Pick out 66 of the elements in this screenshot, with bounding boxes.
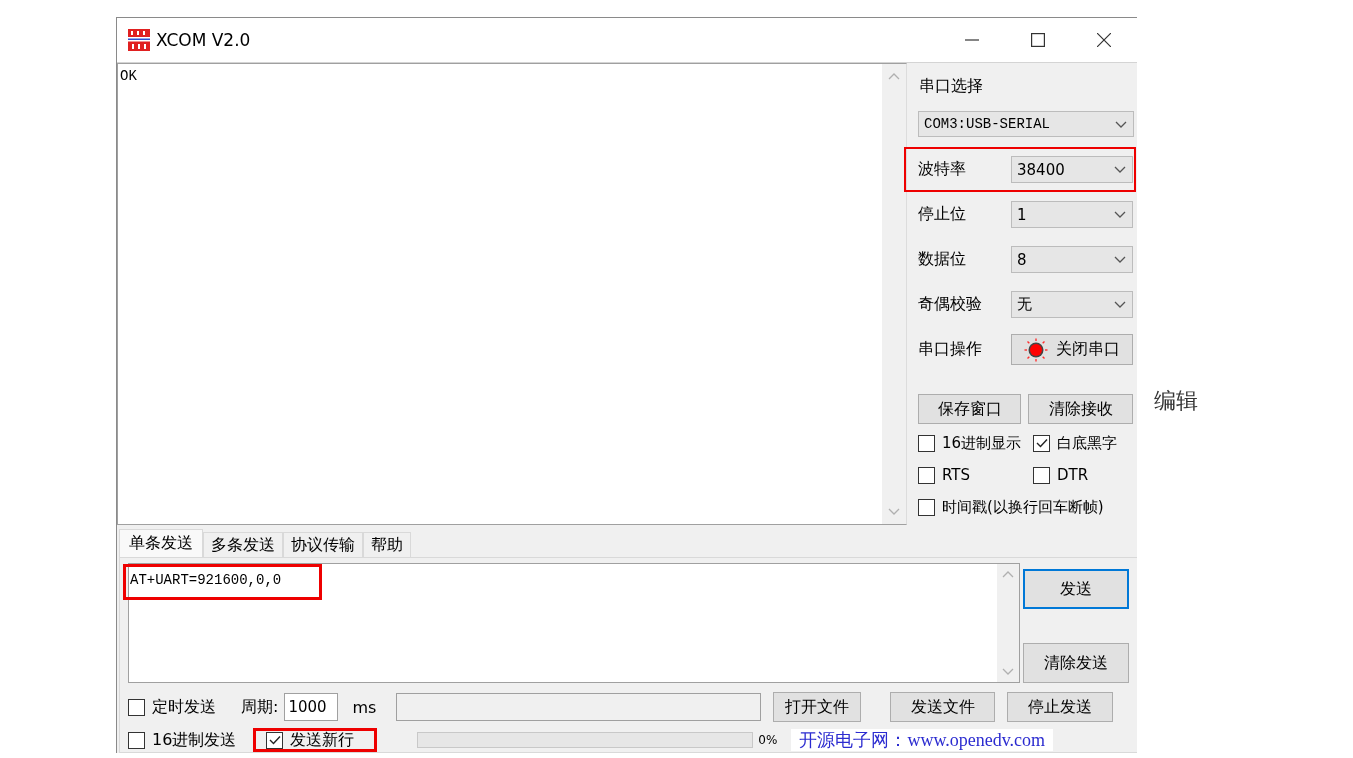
save-window-button[interactable]: 保存窗口 [918,394,1021,424]
setting-label: 波特率 [918,159,967,180]
checkbox[interactable] [128,698,145,716]
checkbox[interactable] [1033,434,1050,452]
chevron-down-icon[interactable] [888,508,900,515]
checkbox[interactable] [266,731,284,749]
checkbox[interactable] [128,731,145,749]
close-icon [1097,33,1111,47]
send-file-button[interactable]: 发送文件 [890,692,996,722]
tab[interactable]: 协议传输 [283,532,363,557]
checkmark-icon [268,735,281,745]
send-text: AT+UART=921600,0,0 [130,572,282,588]
stop-send-button[interactable]: 停止发送 [1007,692,1114,722]
chevron-down-icon [1114,301,1126,308]
received-text: OK [120,68,137,85]
checkbox-label[interactable]: 定时发送 [152,696,216,718]
scrollbar[interactable] [882,64,906,524]
maximize-icon [1031,33,1045,47]
window-title: XCOM V2.0 [156,30,251,50]
setting-label: 串口操作 [918,339,983,360]
checkbox-label[interactable]: DTR [1057,466,1089,484]
setting-dropdown[interactable]: 1 [1011,201,1133,228]
tab[interactable]: 单条发送 [119,529,203,557]
checkbox[interactable] [918,434,935,452]
setting-dropdown[interactable]: 无 [1011,291,1133,318]
chevron-up-icon[interactable] [1002,571,1014,578]
setting-dropdown[interactable]: 38400 [1011,156,1133,183]
checkbox[interactable] [1033,466,1050,484]
setting-label: 停止位 [918,204,967,225]
chevron-down-icon [1114,166,1126,173]
unit-label: ms [352,697,377,717]
tab[interactable]: 多条发送 [203,532,283,557]
checkbox-label[interactable]: 白底黑字 [1057,433,1117,453]
checkbox-label[interactable]: 发送新行 [290,729,355,751]
checkbox[interactable] [918,498,935,516]
receive-area[interactable]: OK [117,63,907,525]
period-label: 周期: [241,696,279,718]
chevron-down-icon [1114,256,1126,263]
checkbox-label[interactable]: 16进制显示 [942,433,1022,453]
chevron-up-icon[interactable] [888,73,900,80]
checkbox-label[interactable]: 时间戳(以换行回车断帧) [942,497,1104,517]
logo-icon [128,29,150,51]
edit-link[interactable]: 编辑 [1154,386,1198,416]
open-file-button[interactable]: 打开文件 [773,692,862,722]
send-button[interactable]: 发送 [1023,569,1129,609]
section-label: 串口选择 [919,75,984,97]
setting-label: 数据位 [918,249,967,270]
close-port-button[interactable]: 关闭串口 [1011,334,1133,365]
progress-reading: 0% [758,733,778,747]
clear-receive-button[interactable]: 清除接收 [1028,394,1133,424]
chevron-down-icon[interactable] [1002,668,1014,675]
checkbox-label[interactable]: RTS [942,466,970,484]
port-dropdown[interactable]: COM3:USB-SERIAL [918,111,1134,137]
scrollbar[interactable] [997,564,1019,682]
checkbox[interactable] [918,466,935,484]
file-path-field[interactable] [396,693,762,721]
website-link[interactable]: 开源电子网：www.openedv.com [791,729,1054,751]
period-input[interactable]: 1000 [284,693,339,721]
setting-dropdown[interactable]: 8 [1011,246,1133,273]
setting-label: 奇偶校验 [918,294,983,315]
tab[interactable]: 帮助 [363,532,411,557]
chevron-down-icon [1115,120,1127,128]
chevron-down-icon [1114,211,1126,218]
checkbox-label[interactable]: 16进制发送 [152,729,237,751]
checkmark-icon [1035,438,1048,448]
clear-send-button[interactable]: 清除发送 [1023,643,1129,683]
